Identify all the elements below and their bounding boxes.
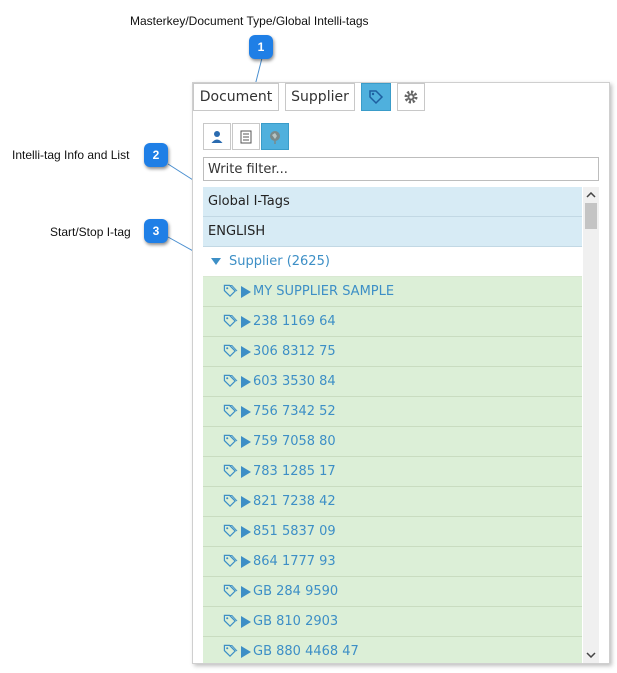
itag-row[interactable]: 759 7058 80 xyxy=(203,427,582,457)
global-intelli-tags-button[interactable] xyxy=(261,123,289,150)
start-stop-button[interactable] xyxy=(241,585,251,598)
callout-label-1: Masterkey/Document Type/Global Intelli-t… xyxy=(130,14,369,28)
list-scrollbar[interactable] xyxy=(583,187,599,663)
start-stop-button[interactable] xyxy=(241,555,251,568)
sub-toolbar xyxy=(203,123,303,151)
tag-icon xyxy=(223,434,238,448)
chevron-down-icon xyxy=(586,652,596,658)
itag-label: 851 5837 09 xyxy=(253,524,336,539)
itag-label: MY SUPPLIER SAMPLE xyxy=(253,284,395,299)
start-stop-button[interactable] xyxy=(241,345,251,358)
callout-badge-2: 2 xyxy=(144,143,168,167)
list-header-global-itags[interactable]: Global I-Tags xyxy=(203,187,582,217)
itag-row[interactable]: 306 8312 75 xyxy=(203,337,582,367)
document-type-button[interactable] xyxy=(232,123,260,150)
intelli-tag-list: Global I-Tags ENGLISH Supplier (2625) MY… xyxy=(203,187,582,663)
top-toolbar: Document Supplier xyxy=(193,83,609,123)
gear-icon xyxy=(404,90,418,104)
itag-row[interactable]: 238 1169 64 xyxy=(203,307,582,337)
start-stop-button[interactable] xyxy=(241,285,251,298)
user-icon xyxy=(211,130,223,143)
tag-icon xyxy=(223,404,238,418)
itag-row[interactable]: 821 7238 42 xyxy=(203,487,582,517)
itag-row[interactable]: 851 5837 09 xyxy=(203,517,582,547)
start-stop-button[interactable] xyxy=(241,435,251,448)
tag-icon xyxy=(223,284,238,298)
chevron-up-icon xyxy=(586,192,596,198)
itag-label: 238 1169 64 xyxy=(253,314,336,329)
tag-icon xyxy=(223,344,238,358)
callout-badge-3: 3 xyxy=(144,219,168,243)
callout-badge-1: 1 xyxy=(249,35,273,59)
group-row-supplier[interactable]: Supplier (2625) xyxy=(203,247,582,277)
itag-label: GB 284 9590 xyxy=(253,584,339,599)
group-label: Supplier (2625) xyxy=(229,254,330,269)
tag-icon xyxy=(369,90,384,105)
callout-label-3: Start/Stop I-tag xyxy=(50,225,131,239)
list-header-label: ENGLISH xyxy=(208,224,266,239)
masterkey-button[interactable] xyxy=(203,123,231,150)
callout-label-2: Intelli-tag Info and List xyxy=(12,148,130,162)
list-header-label: Global I-Tags xyxy=(208,194,290,209)
itag-label: 759 7058 80 xyxy=(253,434,336,449)
itag-row[interactable]: 756 7342 52 xyxy=(203,397,582,427)
itag-row[interactable]: GB 284 9590 xyxy=(203,577,582,607)
itag-label: 306 8312 75 xyxy=(253,344,336,359)
caret-down-icon xyxy=(211,257,221,265)
itag-row[interactable]: 783 1285 17 xyxy=(203,457,582,487)
tab-document[interactable]: Document xyxy=(193,83,279,111)
intelli-tags-panel: Document Supplier Write filter... Global… xyxy=(192,82,610,664)
global-tags-icon xyxy=(270,130,280,144)
itag-row[interactable]: MY SUPPLIER SAMPLE xyxy=(203,277,582,307)
tag-icon xyxy=(223,554,238,568)
tag-icon xyxy=(223,644,238,658)
start-stop-button[interactable] xyxy=(241,315,251,328)
tag-icon xyxy=(223,614,238,628)
start-stop-button[interactable] xyxy=(241,375,251,388)
itag-label: 756 7342 52 xyxy=(253,404,336,419)
document-list-icon xyxy=(240,130,252,143)
itag-label: 864 1777 93 xyxy=(253,554,336,569)
start-stop-button[interactable] xyxy=(241,615,251,628)
itag-row[interactable]: 864 1777 93 xyxy=(203,547,582,577)
itag-label: GB 880 4468 47 xyxy=(253,644,359,659)
settings-button[interactable] xyxy=(397,83,425,111)
global-tags-button[interactable] xyxy=(361,83,391,111)
tag-icon xyxy=(223,314,238,328)
scroll-up-button[interactable] xyxy=(583,187,599,203)
tag-icon xyxy=(223,464,238,478)
itag-label: 821 7238 42 xyxy=(253,494,336,509)
start-stop-button[interactable] xyxy=(241,525,251,538)
start-stop-button[interactable] xyxy=(241,495,251,508)
itag-label: 783 1285 17 xyxy=(253,464,336,479)
list-header-language[interactable]: ENGLISH xyxy=(203,217,582,247)
item-rows: MY SUPPLIER SAMPLE 238 1169 64 306 8312 75… xyxy=(203,277,582,663)
tag-icon xyxy=(223,374,238,388)
itag-row[interactable]: 603 3530 84 xyxy=(203,367,582,397)
start-stop-button[interactable] xyxy=(241,645,251,658)
itag-label: GB 810 2903 xyxy=(253,614,339,629)
tag-icon xyxy=(223,584,238,598)
itag-row[interactable]: GB 810 2903 xyxy=(203,607,582,637)
itag-label: 603 3530 84 xyxy=(253,374,336,389)
scroll-down-button[interactable] xyxy=(583,647,599,663)
scroll-thumb[interactable] xyxy=(585,203,597,229)
tag-icon xyxy=(223,494,238,508)
filter-input[interactable] xyxy=(203,157,599,181)
itag-row[interactable]: GB 880 4468 47 xyxy=(203,637,582,663)
tab-supplier[interactable]: Supplier xyxy=(285,83,355,111)
start-stop-button[interactable] xyxy=(241,405,251,418)
start-stop-button[interactable] xyxy=(241,465,251,478)
tag-icon xyxy=(223,524,238,538)
